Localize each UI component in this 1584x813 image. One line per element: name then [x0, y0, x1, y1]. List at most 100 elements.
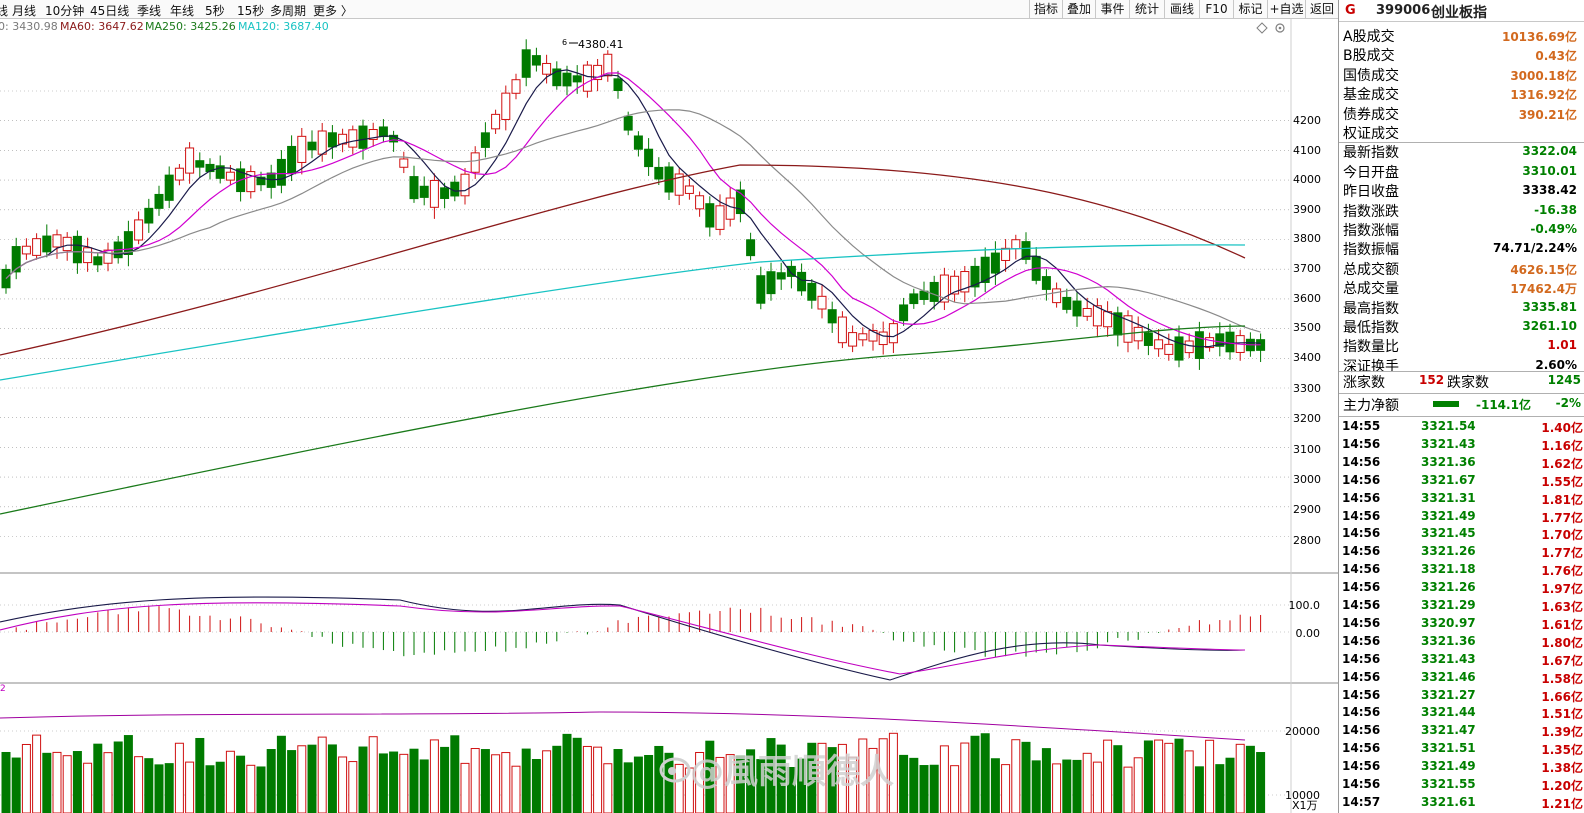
- tick-time: 14:56: [1342, 490, 1381, 505]
- ma5-line: [5, 69, 1261, 348]
- candle-body: [470, 152, 480, 173]
- tick-time: 14:56: [1342, 544, 1381, 559]
- tick-row: 14:56 3321.46 1.58亿: [1339, 669, 1584, 687]
- candle-body: [491, 113, 501, 130]
- index-name: 创业板指: [1431, 5, 1487, 21]
- tick-time: 14:56: [1342, 777, 1381, 791]
- candle-body: [644, 148, 654, 168]
- candle-body: [990, 252, 1000, 274]
- volume-bar: [491, 754, 501, 813]
- chart-toolbar: 线 月线 10分钟 45日线 季线 年线 5秒 15秒 多周期 更多 〉 指标 …: [0, 0, 1338, 19]
- volume-bar: [123, 735, 133, 813]
- tick-amount: 1.97亿: [1541, 582, 1583, 597]
- period-tab-45day[interactable]: 45日线: [90, 2, 129, 19]
- volume-bar: [909, 757, 919, 813]
- volume-bar: [1082, 752, 1092, 813]
- volume-bar: [593, 746, 603, 813]
- multi-period-tab[interactable]: 多周期: [270, 2, 306, 19]
- period-tab-5s[interactable]: 5秒: [205, 2, 225, 19]
- volume-bar: [1072, 759, 1082, 813]
- tick-time: 14:56: [1342, 759, 1381, 774]
- stat-row: 基金成交 1316.92亿: [1339, 84, 1584, 103]
- draw-line-button[interactable]: 画线: [1164, 0, 1199, 18]
- net-flow-value: -114.1亿: [1476, 398, 1531, 412]
- volume-bar: [929, 764, 939, 813]
- overlay-button[interactable]: 叠加: [1062, 0, 1095, 18]
- tick-row: 14:56 3321.45 1.70亿: [1339, 525, 1584, 543]
- volume-bar: [1194, 766, 1204, 813]
- price-axis-label: 3700: [1293, 262, 1321, 275]
- stat-label: 指数涨跌: [1343, 203, 1399, 220]
- volume-bar: [307, 744, 317, 813]
- price-axis-label: 3500: [1293, 321, 1321, 334]
- volume-bar: [1052, 763, 1062, 813]
- period-tab-yearly[interactable]: 年线: [170, 2, 194, 19]
- volume-bar: [633, 756, 643, 813]
- period-tab-15s[interactable]: 15秒: [237, 2, 264, 19]
- tick-amount: 1.16亿: [1541, 438, 1583, 453]
- tick-row: 14:56 3321.27 1.66亿: [1339, 687, 1584, 705]
- back-button[interactable]: 返回: [1305, 0, 1338, 18]
- tick-amount: 1.77亿: [1541, 510, 1583, 525]
- diamond-icon[interactable]: [1256, 22, 1268, 34]
- tick-row: 14:56 3321.49 1.38亿: [1339, 758, 1584, 776]
- stat-label: 最高指数: [1343, 300, 1399, 317]
- volume-bar: [572, 737, 582, 813]
- tick-time: 14:56: [1342, 705, 1381, 720]
- volume-bar: [654, 745, 664, 813]
- stat-row: 今日开盘 3310.01: [1339, 162, 1584, 181]
- tick-row: 14:56 3321.43 1.16亿: [1339, 436, 1584, 454]
- tick-row: 14:57 3321.61 1.21亿: [1339, 794, 1584, 812]
- tick-time: 14:55: [1342, 419, 1381, 433]
- tick-amount: 1.76亿: [1541, 564, 1583, 579]
- stat-label: 债券成交: [1343, 106, 1399, 123]
- volume-bar: [480, 749, 490, 813]
- market-breadth: 涨家数 152 跌家数 1245: [1339, 372, 1584, 392]
- stat-value: 4626.15亿: [1510, 262, 1577, 277]
- volume-bar: [1256, 752, 1266, 813]
- settings-icon[interactable]: [1275, 23, 1285, 33]
- add-watchlist-button[interactable]: +自选: [1267, 0, 1305, 18]
- more-menu[interactable]: 更多 〉: [313, 2, 353, 19]
- event-button[interactable]: 事件: [1095, 0, 1129, 18]
- tick-amount: 1.21亿: [1541, 796, 1583, 811]
- macd-dif-line: [0, 596, 1246, 681]
- tick-amount: 1.20亿: [1541, 779, 1583, 793]
- stat-label: 总成交量: [1343, 281, 1399, 298]
- candle-body: [572, 75, 582, 83]
- tick-amount: 1.77亿: [1541, 546, 1583, 561]
- price-axis-label: 4200: [1293, 114, 1321, 127]
- kline-chart[interactable]: 4200 4100 4000 3900 3800 3700 3600 3500 …: [0, 19, 1338, 813]
- price-axis-label: 3800: [1293, 232, 1321, 245]
- period-tab-monthly[interactable]: 月线: [12, 2, 36, 19]
- candle-body: [144, 207, 154, 224]
- volume-bar: [644, 754, 654, 813]
- volume-bar: [62, 755, 72, 813]
- tick-row: 14:56 3321.55 1.20亿: [1339, 776, 1584, 794]
- tick-row: 14:56 3321.26 1.77亿: [1339, 543, 1584, 561]
- tick-row: 14:56 3321.18 1.76亿: [1339, 561, 1584, 579]
- volume-bar: [980, 733, 990, 813]
- volume-bar: [134, 756, 144, 813]
- volume-bar: [501, 752, 511, 813]
- tick-price: 3321.26: [1421, 580, 1476, 595]
- statistics-button[interactable]: 统计: [1129, 0, 1164, 18]
- candle-body: [154, 193, 164, 209]
- tick-price: 3321.31: [1421, 490, 1476, 505]
- candle-body: [134, 219, 144, 241]
- volume-bar: [215, 761, 225, 813]
- period-tab-10min[interactable]: 10分钟: [45, 2, 84, 19]
- price-axis-label: 2800: [1293, 534, 1321, 547]
- volume-bars: [1, 732, 1266, 813]
- volume-bar: [72, 751, 82, 813]
- volume-bar: [1235, 743, 1245, 813]
- stat-row: 指数量比 1.01: [1339, 336, 1584, 355]
- f10-button[interactable]: F10: [1199, 0, 1233, 18]
- tick-amount: 1.67亿: [1541, 653, 1583, 668]
- mark-button[interactable]: 标记: [1233, 0, 1267, 18]
- indicator-button[interactable]: 指标: [1029, 0, 1062, 18]
- period-tab[interactable]: 线: [0, 2, 8, 19]
- candle-body: [715, 205, 725, 230]
- stat-value: -16.38: [1534, 202, 1577, 217]
- period-tab-quarterly[interactable]: 季线: [137, 2, 161, 19]
